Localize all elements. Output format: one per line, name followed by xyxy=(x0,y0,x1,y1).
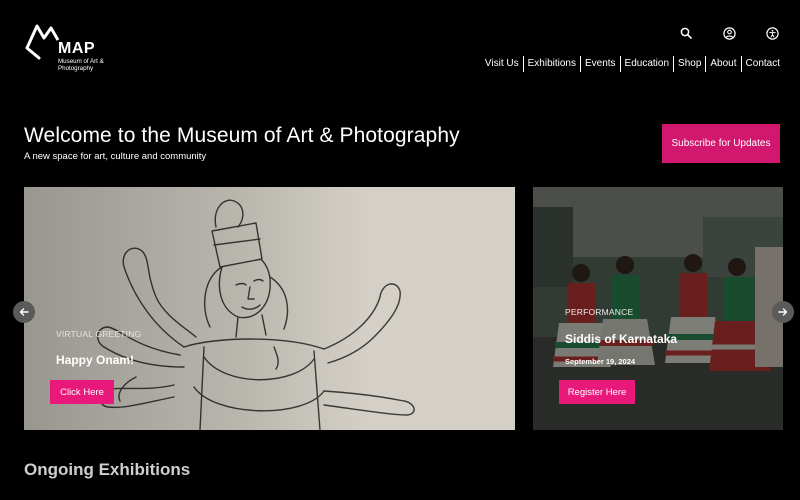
nav-shop[interactable]: Shop xyxy=(674,56,705,72)
arrow-left-icon xyxy=(19,308,29,316)
arrow-right-icon xyxy=(778,308,788,316)
user-icon[interactable] xyxy=(721,25,737,41)
nav-visit-us[interactable]: Visit Us xyxy=(481,56,523,72)
slide-category: PERFORMANCE xyxy=(565,307,634,317)
map-logo-icon xyxy=(25,24,60,60)
click-here-button[interactable]: Click Here xyxy=(50,380,114,404)
utility-icons xyxy=(678,25,780,41)
logo-title: MAP xyxy=(58,40,96,57)
slide-category: VIRTUAL GREETING xyxy=(56,329,142,339)
nav-exhibitions[interactable]: Exhibitions xyxy=(524,56,580,72)
slide-date: September 19, 2024 xyxy=(565,357,636,366)
accessibility-icon[interactable] xyxy=(764,25,780,41)
ongoing-exhibitions-title: Ongoing Exhibitions xyxy=(24,460,191,479)
slide-title: Siddis of Karnataka xyxy=(565,332,678,346)
page-subtitle: A new space for art, culture and communi… xyxy=(24,151,207,162)
nav-about[interactable]: About xyxy=(706,56,740,72)
nav-education[interactable]: Education xyxy=(621,56,673,72)
carousel-next-button[interactable] xyxy=(772,301,794,323)
carousel-slide-siddis[interactable]: PERFORMANCE Siddis of Karnataka Septembe… xyxy=(533,187,783,430)
carousel-prev-button[interactable] xyxy=(13,301,35,323)
slide-title: Happy Onam! xyxy=(56,353,135,367)
nav-events[interactable]: Events xyxy=(581,56,620,72)
page-title: Welcome to the Museum of Art & Photograp… xyxy=(24,124,460,147)
nav-contact[interactable]: Contact xyxy=(742,56,780,72)
register-here-button[interactable]: Register Here xyxy=(559,380,635,404)
site-logo[interactable]: MAP Museum of Art & Photography xyxy=(24,20,114,72)
main-nav: Visit Us Exhibitions Events Education Sh… xyxy=(481,56,780,72)
subscribe-button[interactable]: Subscribe for Updates xyxy=(662,124,780,163)
carousel-slide-onam[interactable]: VIRTUAL GREETING Happy Onam! Click Here xyxy=(24,187,515,430)
logo-subtitle: Museum of Art & Photography xyxy=(58,58,104,72)
search-icon[interactable] xyxy=(678,25,694,41)
